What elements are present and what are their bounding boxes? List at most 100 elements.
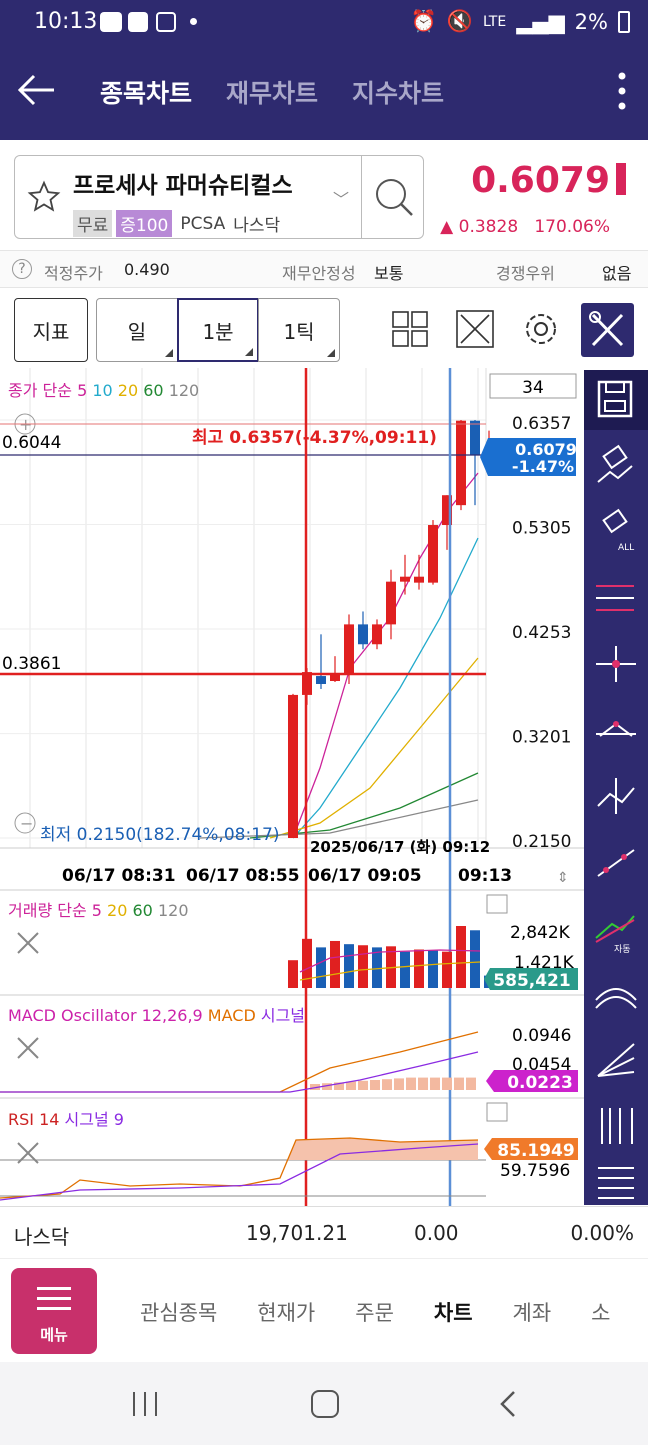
more-menu-icon[interactable] [618,72,626,110]
candle-body [400,576,410,582]
left-price-mark: 0.6044 [2,433,61,453]
chart-tabs: 종목차트 재무차트 지수차트 [100,74,444,110]
ray-line-tool[interactable] [584,832,648,892]
auto-trend-tool[interactable]: 자동 [584,898,648,958]
period-minute-button[interactable]: 1분 [177,298,259,362]
price-change-percent: 170.06% [534,217,610,237]
svg-text:자동: 자동 [614,944,631,955]
macd-histogram-bar [418,1077,428,1090]
fan-line-tool[interactable] [584,1030,648,1090]
search-button[interactable] [361,156,424,238]
battery-percent: 2% [574,9,608,34]
status-bar: 10:13 ⏰ 🔇 LTE ▂▄▆ 2% [0,0,648,46]
price-change: ▲ 0.3828 170.06% [440,217,610,237]
drawing-tools-button[interactable] [581,303,634,357]
rsi-signal-label: 시그널 9 [65,1110,124,1129]
macd-histogram-bar [370,1080,380,1090]
valuation-row: ? 적정주가 0.490 재무안정성 보통 경쟁우위 없음 [0,250,648,288]
nav-watchlist[interactable]: 관심종목 [140,1297,217,1327]
arc-tool[interactable] [584,964,648,1024]
help-icon[interactable]: ? [12,259,32,279]
tab-stock-chart[interactable]: 종목차트 [100,74,192,110]
candle-body [414,576,424,583]
svg-text:ALL: ALL [618,543,634,553]
save-drawing-button[interactable] [584,370,648,430]
status-right: ⏰ 🔇 LTE ▂▄▆ 2% [411,9,630,34]
fullscreen-icon[interactable] [453,305,497,353]
volume-bar [428,950,438,988]
stock-selector[interactable]: 프로세사 파머슈티컬스 ﹀ 무료 증100 PCSA 나스닥 [14,155,424,239]
layout-grid-icon[interactable] [388,305,432,353]
competitive-value: 없음 [602,264,632,283]
index-value: 19,701.21 [246,1221,348,1245]
macd-histogram-bar [466,1077,476,1090]
trend-line-tool[interactable] [584,700,648,760]
x-axis-label: 09:13 [458,866,512,886]
trend-line-icon [596,721,636,737]
cross-line-icon [596,646,636,682]
volume-bar [442,951,452,988]
hcl-line-tool[interactable] [584,568,648,628]
chevron-down-icon[interactable]: ﹀ [333,186,349,210]
macd-label: MACD [208,1006,261,1025]
settings-gear-icon[interactable] [519,305,563,353]
ma-period-label: 5 [77,381,92,400]
fibonacci-retracement-icon [598,1167,634,1199]
high-label: 최고 0.6357(-4.37%,09:11) [192,428,437,448]
volume-bar [470,930,480,988]
x-axis-label: 06/17 09:05 [308,866,422,886]
back-nav-icon[interactable] [494,1388,524,1420]
macd-histogram-bar [406,1077,416,1090]
y-tick-label: 0.5305 [512,519,571,539]
price-chart[interactable]: 0.6357 0.5305 0.4253 0.3201 0.2150 34 종가 단순 5 … [0,368,584,1206]
hamburger-icon-line [37,1307,71,1310]
macd-histogram-bar [430,1077,440,1090]
candle-body [470,420,480,456]
hamburger-icon [37,1287,71,1290]
nav-chart[interactable]: 차트 [434,1297,473,1327]
volume-bar [400,951,410,988]
candle-body [358,624,368,645]
back-arrow-icon[interactable] [18,70,58,110]
candle-body [372,624,382,645]
favorite-star-icon[interactable] [27,180,61,214]
indicator-button[interactable]: 지표 [14,298,88,362]
ray-line-icon [597,849,635,877]
home-icon[interactable] [308,1388,342,1420]
volume-period-label: 120 [158,901,189,920]
index-ticker[interactable]: 나스닥 19,701.21 0.00 0.00% [0,1206,648,1258]
menu-button[interactable]: 메뉴 [11,1268,97,1354]
talk-notification-icon [100,12,122,32]
volume-period-label: 20 [107,901,132,920]
ma-period-label: 20 [118,381,143,400]
tab-index-chart[interactable]: 지수차트 [352,74,444,110]
nav-current-price[interactable]: 현재가 [257,1297,315,1327]
macd-current-value: 0.0223 [507,1073,573,1093]
ma-legend: 종가 단순 5 10 20 60 120 [8,381,199,400]
stability-value: 보통 [374,264,404,283]
nav-account[interactable]: 계좌 [513,1297,552,1327]
status-time: 10:13 [34,9,98,34]
eraser-all-tool[interactable]: ALL [584,502,648,562]
current-price: 0.6079 [471,160,610,201]
tab-financial-chart[interactable]: 재무차트 [226,74,318,110]
fibonacci-time-tool[interactable] [584,1096,648,1156]
vertical-line-tool[interactable] [584,766,648,826]
candle-body [428,525,438,583]
cross-line-tool[interactable] [584,634,648,694]
y-tick-label: 0.2150 [512,832,571,852]
hamburger-icon-line [37,1297,71,1300]
y-tick-label: 0.4253 [512,623,571,643]
app-notification-icon [128,12,148,32]
volume-period-label: 5 [92,901,107,920]
period-tick-button[interactable]: 1틱 [258,298,340,362]
recent-apps-icon[interactable] [128,1388,162,1420]
mute-icon: 🔇 [446,9,473,33]
nav-order[interactable]: 주문 [355,1297,394,1327]
nav-more[interactable]: 소 [591,1297,610,1327]
volume-bar [344,944,354,988]
period-day-button[interactable]: 일 [96,298,178,362]
system-nav-bar [0,1362,648,1445]
eraser-tool[interactable] [584,436,648,496]
crosshair-date: 2025/06/17 (화) 09:12 [310,838,490,856]
